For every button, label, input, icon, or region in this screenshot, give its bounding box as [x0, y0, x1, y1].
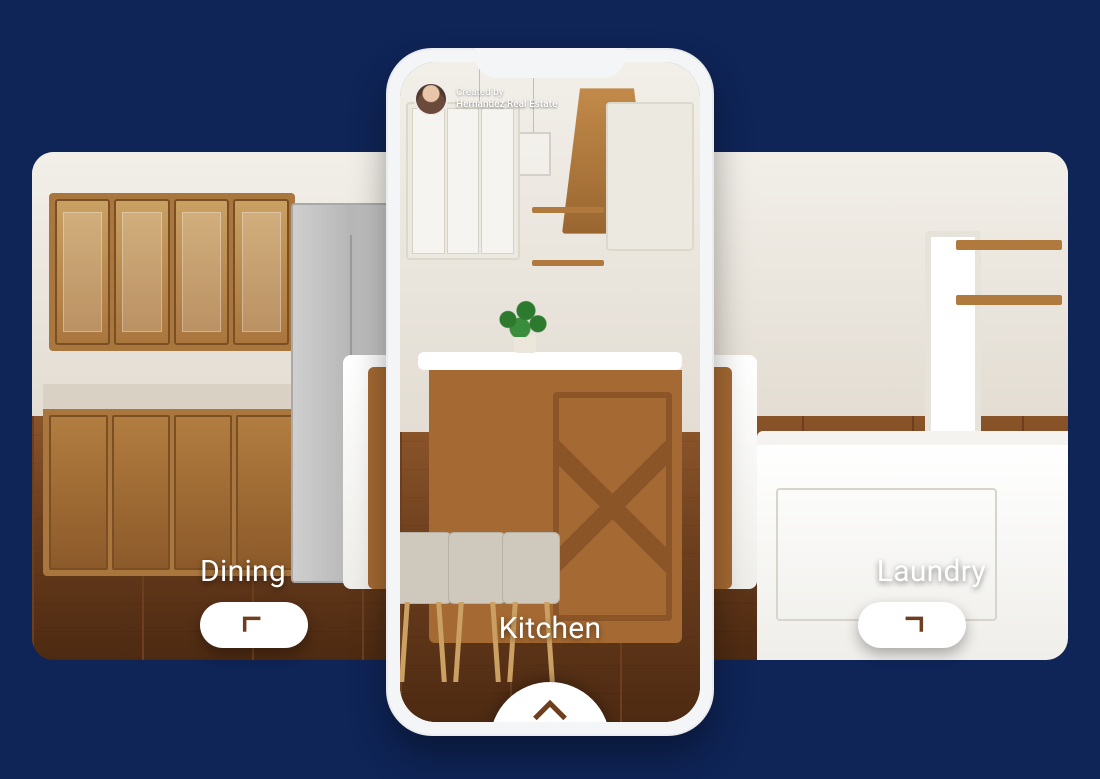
cabinetry-left — [32, 193, 312, 610]
phone-notch — [475, 48, 625, 78]
creator-avatar — [414, 82, 448, 116]
nav-button-dining[interactable] — [200, 602, 308, 648]
right-counter-area — [757, 213, 1068, 660]
nav-label-laundry: Laundry — [877, 554, 986, 589]
chevron-up-icon — [530, 690, 570, 722]
chevron-back-left-icon — [240, 609, 268, 641]
bar-stool — [400, 532, 452, 682]
upper-cabinets-right — [606, 102, 694, 251]
creator-line1: Created by — [456, 87, 557, 100]
upper-cabinets-left — [406, 102, 520, 260]
nav-label-dining: Dining — [200, 554, 286, 589]
creator-line2: Hernandez Real Estate — [456, 99, 557, 112]
creator-text: Created by Hernandez Real Estate — [456, 87, 557, 112]
chevron-back-right-icon — [898, 609, 926, 641]
phone-screen[interactable]: Created by Hernandez Real Estate Kitchen — [400, 62, 700, 722]
phone-mockup: Created by Hernandez Real Estate Kitchen — [386, 48, 714, 736]
bar-stool — [502, 532, 560, 682]
nav-button-laundry[interactable] — [858, 602, 966, 648]
creator-chip[interactable]: Created by Hernandez Real Estate — [414, 82, 557, 116]
bar-stool — [448, 532, 506, 682]
open-shelf — [532, 260, 604, 266]
virtual-tour-hero: Dining Laundry — [0, 0, 1100, 779]
counter-plant — [490, 293, 550, 353]
open-shelf — [532, 207, 604, 213]
nav-label-kitchen: Kitchen — [499, 611, 602, 646]
